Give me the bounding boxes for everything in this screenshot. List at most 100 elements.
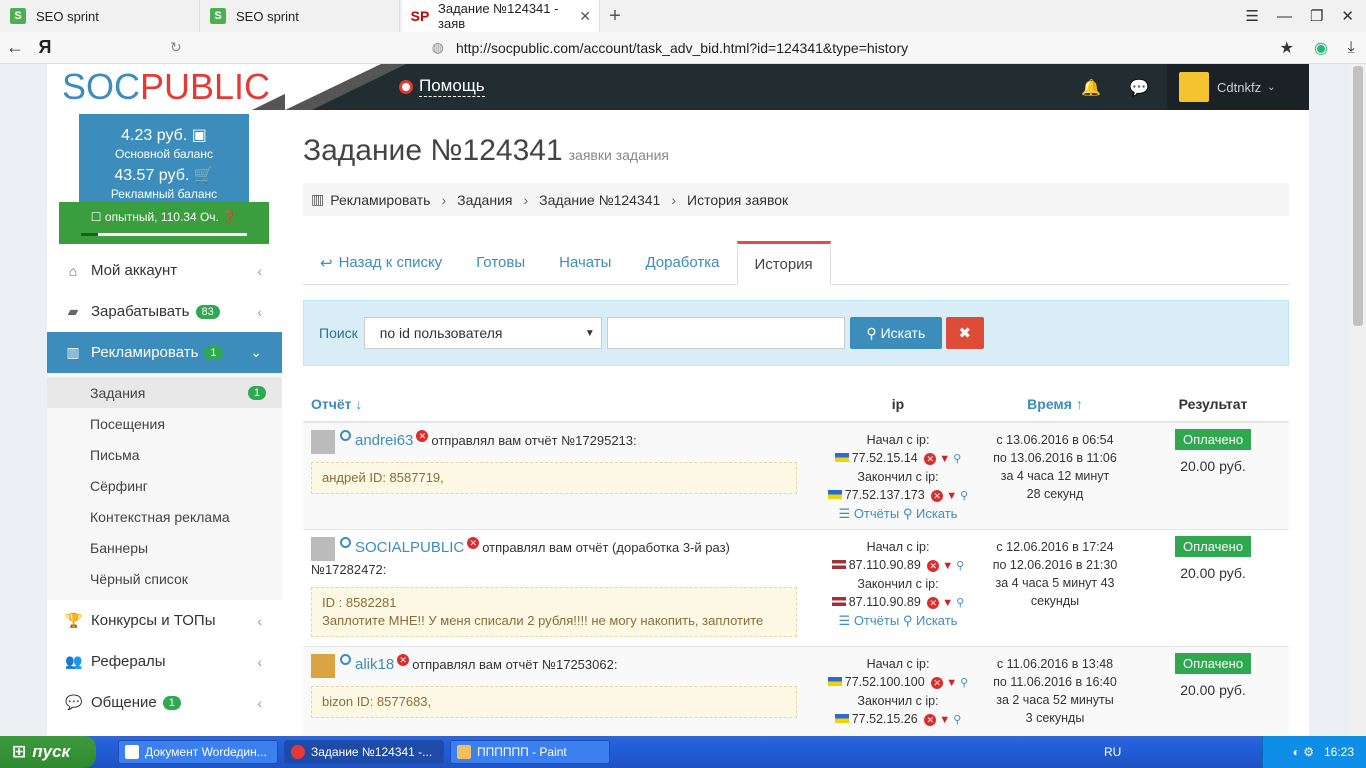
search-icon[interactable]: ⚲: [953, 453, 961, 465]
status-badge: Оплачено: [1174, 653, 1252, 674]
tab-ready[interactable]: Готовы: [459, 241, 542, 284]
tab-history[interactable]: История: [736, 241, 831, 285]
breadcrumb-item[interactable]: Задания: [457, 192, 512, 208]
filter-icon[interactable]: ▼: [946, 490, 957, 502]
search-icon[interactable]: ⚲: [953, 714, 961, 726]
report-cell: andrei63 ✕ отправлял вам отчёт №17295213…: [303, 423, 823, 529]
seosprint-favicon-icon: S: [10, 8, 26, 24]
extension-globe-icon[interactable]: ◉: [1306, 38, 1336, 58]
question-icon[interactable]: ❓: [222, 210, 237, 224]
reports-link[interactable]: Отчёты: [854, 613, 899, 628]
remove-icon[interactable]: ✕: [467, 537, 480, 549]
taskbar-item-browser[interactable]: Задание №124341 -...: [284, 740, 444, 764]
start-button[interactable]: ⊞ пуск: [0, 736, 96, 768]
user-link[interactable]: andrei63: [355, 430, 413, 452]
sort-time[interactable]: Время ↑: [973, 396, 1137, 412]
search-icon[interactable]: ⚲: [960, 490, 968, 502]
socpublic-favicon-icon: SP: [410, 8, 430, 24]
user-link[interactable]: SOCIALPUBLIC: [355, 537, 464, 559]
sidebar-item-account[interactable]: ⌂ Мой аккаунт ‹: [47, 250, 282, 291]
filter-icon[interactable]: ▼: [942, 560, 953, 572]
chevron-down-icon: ⌄: [250, 344, 262, 360]
url-field[interactable]: ↻ ◍ http://socpublic.com/account/task_ad…: [170, 35, 1210, 61]
comments-icon: 💬: [65, 694, 83, 710]
sidebar-item-communication[interactable]: 💬 Общение 1 ‹: [47, 682, 282, 723]
search-type-select[interactable]: по id пользователя ▼: [363, 317, 602, 349]
browser-menu-icon[interactable]: ☰: [1246, 7, 1259, 25]
bell-icon[interactable]: 🔔: [1081, 78, 1101, 98]
filter-icon[interactable]: ▼: [946, 677, 957, 689]
search-input[interactable]: [606, 317, 845, 349]
level-box[interactable]: ☐ опытный, 110.34 Оч. ❓: [59, 202, 269, 244]
breadcrumb-item[interactable]: Задание №124341: [539, 192, 660, 208]
sidebar-item-referrals[interactable]: 👥 Рефералы ‹: [47, 641, 282, 682]
restore-icon[interactable]: ❐: [1310, 7, 1323, 25]
level-progress-fill: [81, 233, 98, 236]
user-menu[interactable]: Cdtnkfz ⌄: [1167, 64, 1309, 110]
search-icon[interactable]: ⚲: [956, 597, 964, 609]
block-ip-icon[interactable]: ✕: [931, 490, 944, 502]
tab-label: Начаты: [559, 254, 612, 271]
bookmark-star-icon[interactable]: ★: [1280, 38, 1294, 58]
remove-icon[interactable]: ✕: [397, 654, 410, 666]
time-line: за 2 часа 52 минуты: [996, 693, 1114, 707]
block-ip-icon[interactable]: ✕: [931, 677, 944, 689]
list-icon: ☰: [838, 613, 851, 628]
breadcrumb-item[interactable]: Рекламировать: [330, 192, 430, 208]
tab-back-to-list[interactable]: ↩ Назад к списку: [303, 241, 459, 284]
reports-link[interactable]: Отчёты: [854, 506, 899, 521]
search-link[interactable]: Искать: [916, 506, 958, 521]
browser-tab-active[interactable]: SP Задание №124341 - заяв ✕: [402, 0, 600, 32]
block-ip-icon[interactable]: ✕: [927, 597, 940, 609]
browser-tab-1[interactable]: S SEO sprint: [0, 0, 200, 32]
advertise-submenu: Задания 1 Посещения Письма Сёрфинг Конте…: [47, 373, 282, 600]
sidebar-item-advertise[interactable]: ▥ Рекламировать 1 ⌄: [47, 332, 290, 373]
tabs: ↩ Назад к списку Готовы Начаты Доработка …: [303, 241, 1289, 285]
submenu-item-context-ads[interactable]: Контекстная реклама: [47, 501, 282, 532]
tab-started[interactable]: Начаты: [542, 241, 628, 284]
sidebar-item-contests[interactable]: 🏆 Конкурсы и ТОПы ‹: [47, 600, 282, 641]
minimize-icon[interactable]: —: [1277, 8, 1292, 25]
submenu-item-blacklist[interactable]: Чёрный список: [47, 563, 282, 594]
user-link[interactable]: alik18: [355, 654, 394, 676]
tab-label: Доработка: [645, 254, 720, 271]
search-link[interactable]: Искать: [916, 613, 958, 628]
filter-icon[interactable]: ▼: [942, 597, 953, 609]
chat-icon[interactable]: 💬: [1129, 78, 1149, 98]
browser-tab-2[interactable]: S SEO sprint: [200, 0, 400, 32]
remove-icon[interactable]: ✕: [416, 430, 429, 442]
tab-revision[interactable]: Доработка: [628, 241, 736, 284]
close-tab-icon[interactable]: ✕: [579, 8, 591, 25]
reload-icon[interactable]: ↻: [170, 39, 182, 56]
block-ip-icon[interactable]: ✕: [927, 560, 940, 572]
new-tab-icon[interactable]: +: [600, 0, 630, 32]
block-ip-icon[interactable]: ✕: [924, 714, 937, 726]
scrollbar-thumb[interactable]: [1353, 66, 1363, 326]
submenu-item-letters[interactable]: Письма: [47, 439, 282, 470]
search-icon[interactable]: ⚲: [956, 560, 964, 572]
filter-icon[interactable]: ▼: [939, 453, 950, 465]
page-scrollbar[interactable]: [1350, 64, 1366, 736]
filter-icon[interactable]: ▼: [939, 714, 950, 726]
submenu-item-visits[interactable]: Посещения: [47, 408, 282, 439]
sidebar-item-earn[interactable]: ▰ Зарабатывать 83 ‹: [47, 291, 282, 332]
search-button[interactable]: ⚲ Искать: [849, 317, 942, 349]
time-line: с 13.06.2016 в 06:54: [996, 433, 1114, 447]
clear-search-button[interactable]: ✖: [945, 317, 984, 349]
submenu-item-banners[interactable]: Баннеры: [47, 532, 282, 563]
taskbar-item-paint[interactable]: ПППППП - Paint: [450, 740, 610, 764]
language-indicator[interactable]: RU: [1104, 745, 1121, 759]
site-logo[interactable]: SOC PUBLIC: [47, 64, 285, 110]
help-link[interactable]: Помощь: [399, 76, 485, 97]
back-arrow-icon[interactable]: ←: [0, 37, 30, 58]
sort-report[interactable]: Отчёт ↓: [303, 396, 823, 412]
close-window-icon[interactable]: ✕: [1341, 7, 1354, 25]
submenu-item-tasks[interactable]: Задания 1: [47, 377, 282, 408]
clock: 16:23: [1323, 745, 1354, 759]
search-icon[interactable]: ⚲: [960, 677, 968, 689]
taskbar-item-word[interactable]: Документ Wordедин...: [118, 740, 278, 764]
downloads-icon[interactable]: ⤓: [1336, 39, 1366, 57]
submenu-item-surfing[interactable]: Сёрфинг: [47, 470, 282, 501]
yandex-logo[interactable]: Я: [30, 37, 60, 58]
block-ip-icon[interactable]: ✕: [924, 453, 937, 465]
